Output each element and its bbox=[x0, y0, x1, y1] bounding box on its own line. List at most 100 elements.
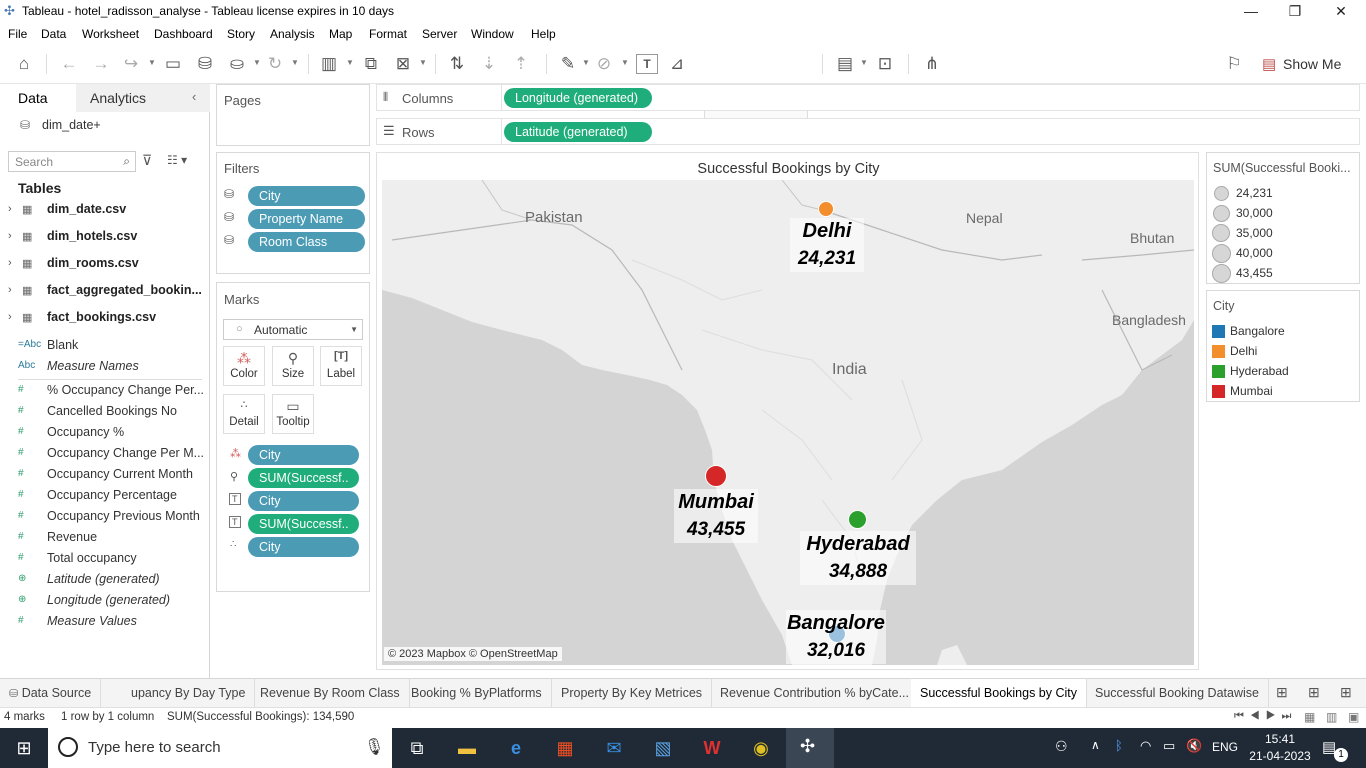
measure-item[interactable]: # Occupancy Change Per M... bbox=[0, 444, 210, 465]
measure-item[interactable]: # Occupancy Current Month bbox=[0, 465, 210, 486]
replay-icon[interactable]: ↪ bbox=[120, 54, 142, 74]
store-icon[interactable]: ▦ bbox=[552, 736, 578, 760]
marks-pill-detail-city[interactable]: City bbox=[248, 537, 359, 557]
new-datasource-icon[interactable]: ⛁ bbox=[194, 54, 216, 74]
size-legend-circle[interactable] bbox=[1212, 264, 1231, 283]
color-swatch-delhi[interactable] bbox=[1212, 345, 1225, 358]
marks-pill-size-sum[interactable]: SUM(Successf.. bbox=[248, 468, 359, 488]
measure-item[interactable]: # Occupancy % bbox=[0, 423, 210, 444]
tableau-taskbar-item[interactable]: ✣ bbox=[786, 728, 834, 768]
columns-shelf[interactable]: ⫴ Columns Longitude (generated) bbox=[376, 84, 1360, 111]
share-icon[interactable]: ⋔ bbox=[921, 54, 943, 74]
pages-card[interactable]: Pages bbox=[216, 84, 370, 146]
label-button[interactable]: [T] Label bbox=[320, 346, 362, 386]
mail-icon[interactable]: ✉ bbox=[601, 736, 627, 760]
menu-worksheet[interactable]: Worksheet bbox=[82, 27, 139, 41]
menu-dashboard[interactable]: Dashboard bbox=[154, 27, 213, 41]
rows-shelf[interactable]: ☰ Rows Latitude (generated) bbox=[376, 118, 1360, 145]
measure-item[interactable]: # Revenue bbox=[0, 528, 210, 549]
menu-window[interactable]: Window bbox=[471, 27, 514, 41]
map-attribution[interactable]: © 2023 Mapbox © OpenStreetMap bbox=[384, 647, 562, 661]
table-item[interactable]: › ▦ dim_rooms.csv bbox=[0, 252, 210, 279]
field-item[interactable]: =Abc Blank bbox=[0, 336, 210, 357]
measure-item[interactable]: # Measure Values bbox=[0, 612, 210, 633]
marks-pill-label-sum[interactable]: SUM(Successf.. bbox=[248, 514, 359, 534]
tab-data[interactable]: Data bbox=[0, 84, 76, 112]
highlight-icon[interactable]: ✎ bbox=[557, 54, 579, 74]
menu-analysis[interactable]: Analysis bbox=[270, 27, 315, 41]
table-item[interactable]: › ▦ fact_aggregated_bookin... bbox=[0, 279, 210, 306]
filter-pill-property-name[interactable]: Property Name bbox=[248, 209, 365, 229]
collapse-chevron-icon[interactable]: ‹ bbox=[192, 89, 196, 104]
sheet-tab[interactable]: Booking % ByPlatforms bbox=[402, 679, 552, 707]
taskbar-search-box[interactable]: Type here to search 🎙 bbox=[48, 728, 392, 768]
clock-date[interactable]: 21-04-2023 bbox=[1246, 749, 1314, 763]
measure-item[interactable]: ⊕ Latitude (generated) bbox=[0, 570, 210, 591]
save-icon[interactable]: ▭ bbox=[162, 54, 184, 74]
sort-ascending-icon[interactable]: ⇣ bbox=[478, 54, 500, 74]
table-item[interactable]: › ▦ fact_bookings.csv bbox=[0, 306, 210, 333]
measure-item[interactable]: # Occupancy Previous Month bbox=[0, 507, 210, 528]
sheet-tab[interactable]: Successful Booking Datawise bbox=[1086, 679, 1269, 707]
sheet-tab[interactable]: Property By Key Metrices bbox=[552, 679, 713, 707]
measure-item[interactable]: # Occupancy Percentage bbox=[0, 486, 210, 507]
tab-data-source[interactable]: ⛁ Data Source bbox=[0, 679, 102, 707]
menu-help[interactable]: Help bbox=[531, 27, 556, 41]
pause-updates-icon[interactable]: ⛀ bbox=[226, 54, 248, 74]
table-item[interactable]: › ▦ dim_hotels.csv bbox=[0, 225, 210, 252]
map-marker-hyderabad[interactable] bbox=[848, 510, 867, 529]
detail-button[interactable]: ∴ Detail bbox=[223, 394, 265, 434]
color-legend-label[interactable]: Bangalore bbox=[1230, 324, 1285, 338]
paint-icon[interactable]: ⚐ bbox=[1223, 54, 1245, 74]
task-view-icon[interactable]: ⧉ bbox=[404, 736, 430, 760]
color-button[interactable]: ⁂ Color bbox=[223, 346, 265, 386]
minimize-button[interactable]: — bbox=[1228, 0, 1274, 24]
menu-story[interactable]: Story bbox=[227, 27, 255, 41]
refresh-icon[interactable]: ↻ bbox=[264, 54, 286, 74]
measure-item[interactable]: ⊕ Longitude (generated) bbox=[0, 591, 210, 612]
marks-pill-color-city[interactable]: City bbox=[248, 445, 359, 465]
presentation-mode-icon[interactable]: ⊡ bbox=[874, 54, 896, 74]
home-icon[interactable]: ⌂ bbox=[13, 54, 35, 74]
map-marker-mumbai[interactable] bbox=[705, 465, 727, 487]
measure-item[interactable]: # Cancelled Bookings No bbox=[0, 402, 210, 423]
filter-pill-city[interactable]: City bbox=[248, 186, 365, 206]
color-swatch-mumbai[interactable] bbox=[1212, 385, 1225, 398]
search-field[interactable]: Search ⌕ bbox=[8, 151, 136, 172]
show-mark-labels-icon[interactable]: T bbox=[636, 54, 658, 74]
sheet-tab[interactable]: Revenue Contribution % byCate... bbox=[711, 679, 919, 707]
edge-browser-icon[interactable]: e bbox=[503, 736, 529, 760]
color-legend-label[interactable]: Delhi bbox=[1230, 344, 1257, 358]
volume-muted-icon[interactable]: 🔇 bbox=[1186, 738, 1202, 754]
measure-item[interactable]: # Total occupancy bbox=[0, 549, 210, 570]
marks-pill-label-city[interactable]: City bbox=[248, 491, 359, 511]
view-options-icon[interactable]: ☷ ▾ bbox=[167, 153, 187, 167]
filter-icon[interactable]: ⊽ bbox=[142, 152, 152, 169]
swap-rows-columns-icon[interactable]: ⇅ bbox=[446, 54, 468, 74]
color-legend-label[interactable]: Mumbai bbox=[1230, 384, 1273, 398]
show-hidden-icons-chevron-icon[interactable]: ∧ bbox=[1091, 738, 1100, 752]
sheet-nav-arrows-icon[interactable]: ⏮◀▶⏭ bbox=[1234, 710, 1297, 723]
clock-time[interactable]: 15:41 bbox=[1252, 732, 1308, 746]
size-button[interactable]: ⚲ Size bbox=[272, 346, 314, 386]
size-legend-circle[interactable] bbox=[1214, 186, 1229, 201]
undo-icon[interactable]: ← bbox=[58, 54, 80, 74]
new-dashboard-icon[interactable]: ⊞ bbox=[1308, 684, 1320, 701]
close-button[interactable]: ✕ bbox=[1318, 0, 1364, 24]
duplicate-sheet-icon[interactable]: ⧉ bbox=[360, 54, 382, 74]
size-legend-circle[interactable] bbox=[1212, 224, 1230, 242]
sheet-tab-active[interactable]: Successful Bookings by City bbox=[911, 679, 1088, 707]
tooltip-button[interactable]: ▭ Tooltip bbox=[272, 394, 314, 434]
group-members-icon[interactable]: ⊘ bbox=[593, 54, 615, 74]
new-worksheet-icon[interactable]: ▥ bbox=[318, 54, 340, 74]
menu-format[interactable]: Format bbox=[369, 27, 407, 41]
language-indicator[interactable]: ENG bbox=[1212, 740, 1238, 754]
clear-sheet-icon[interactable]: ⊠ bbox=[392, 54, 414, 74]
new-worksheet-icon[interactable]: ⊞ bbox=[1276, 684, 1288, 701]
datasource-item[interactable]: ⛁ dim_date+ bbox=[18, 117, 208, 137]
menu-file[interactable]: File bbox=[8, 27, 27, 41]
wps-office-icon[interactable]: W bbox=[699, 736, 725, 760]
map-marker-delhi[interactable] bbox=[818, 201, 834, 217]
sheet-tab[interactable]: upancy By Day Type bbox=[122, 679, 256, 707]
chrome-icon[interactable]: ◉ bbox=[748, 736, 774, 760]
